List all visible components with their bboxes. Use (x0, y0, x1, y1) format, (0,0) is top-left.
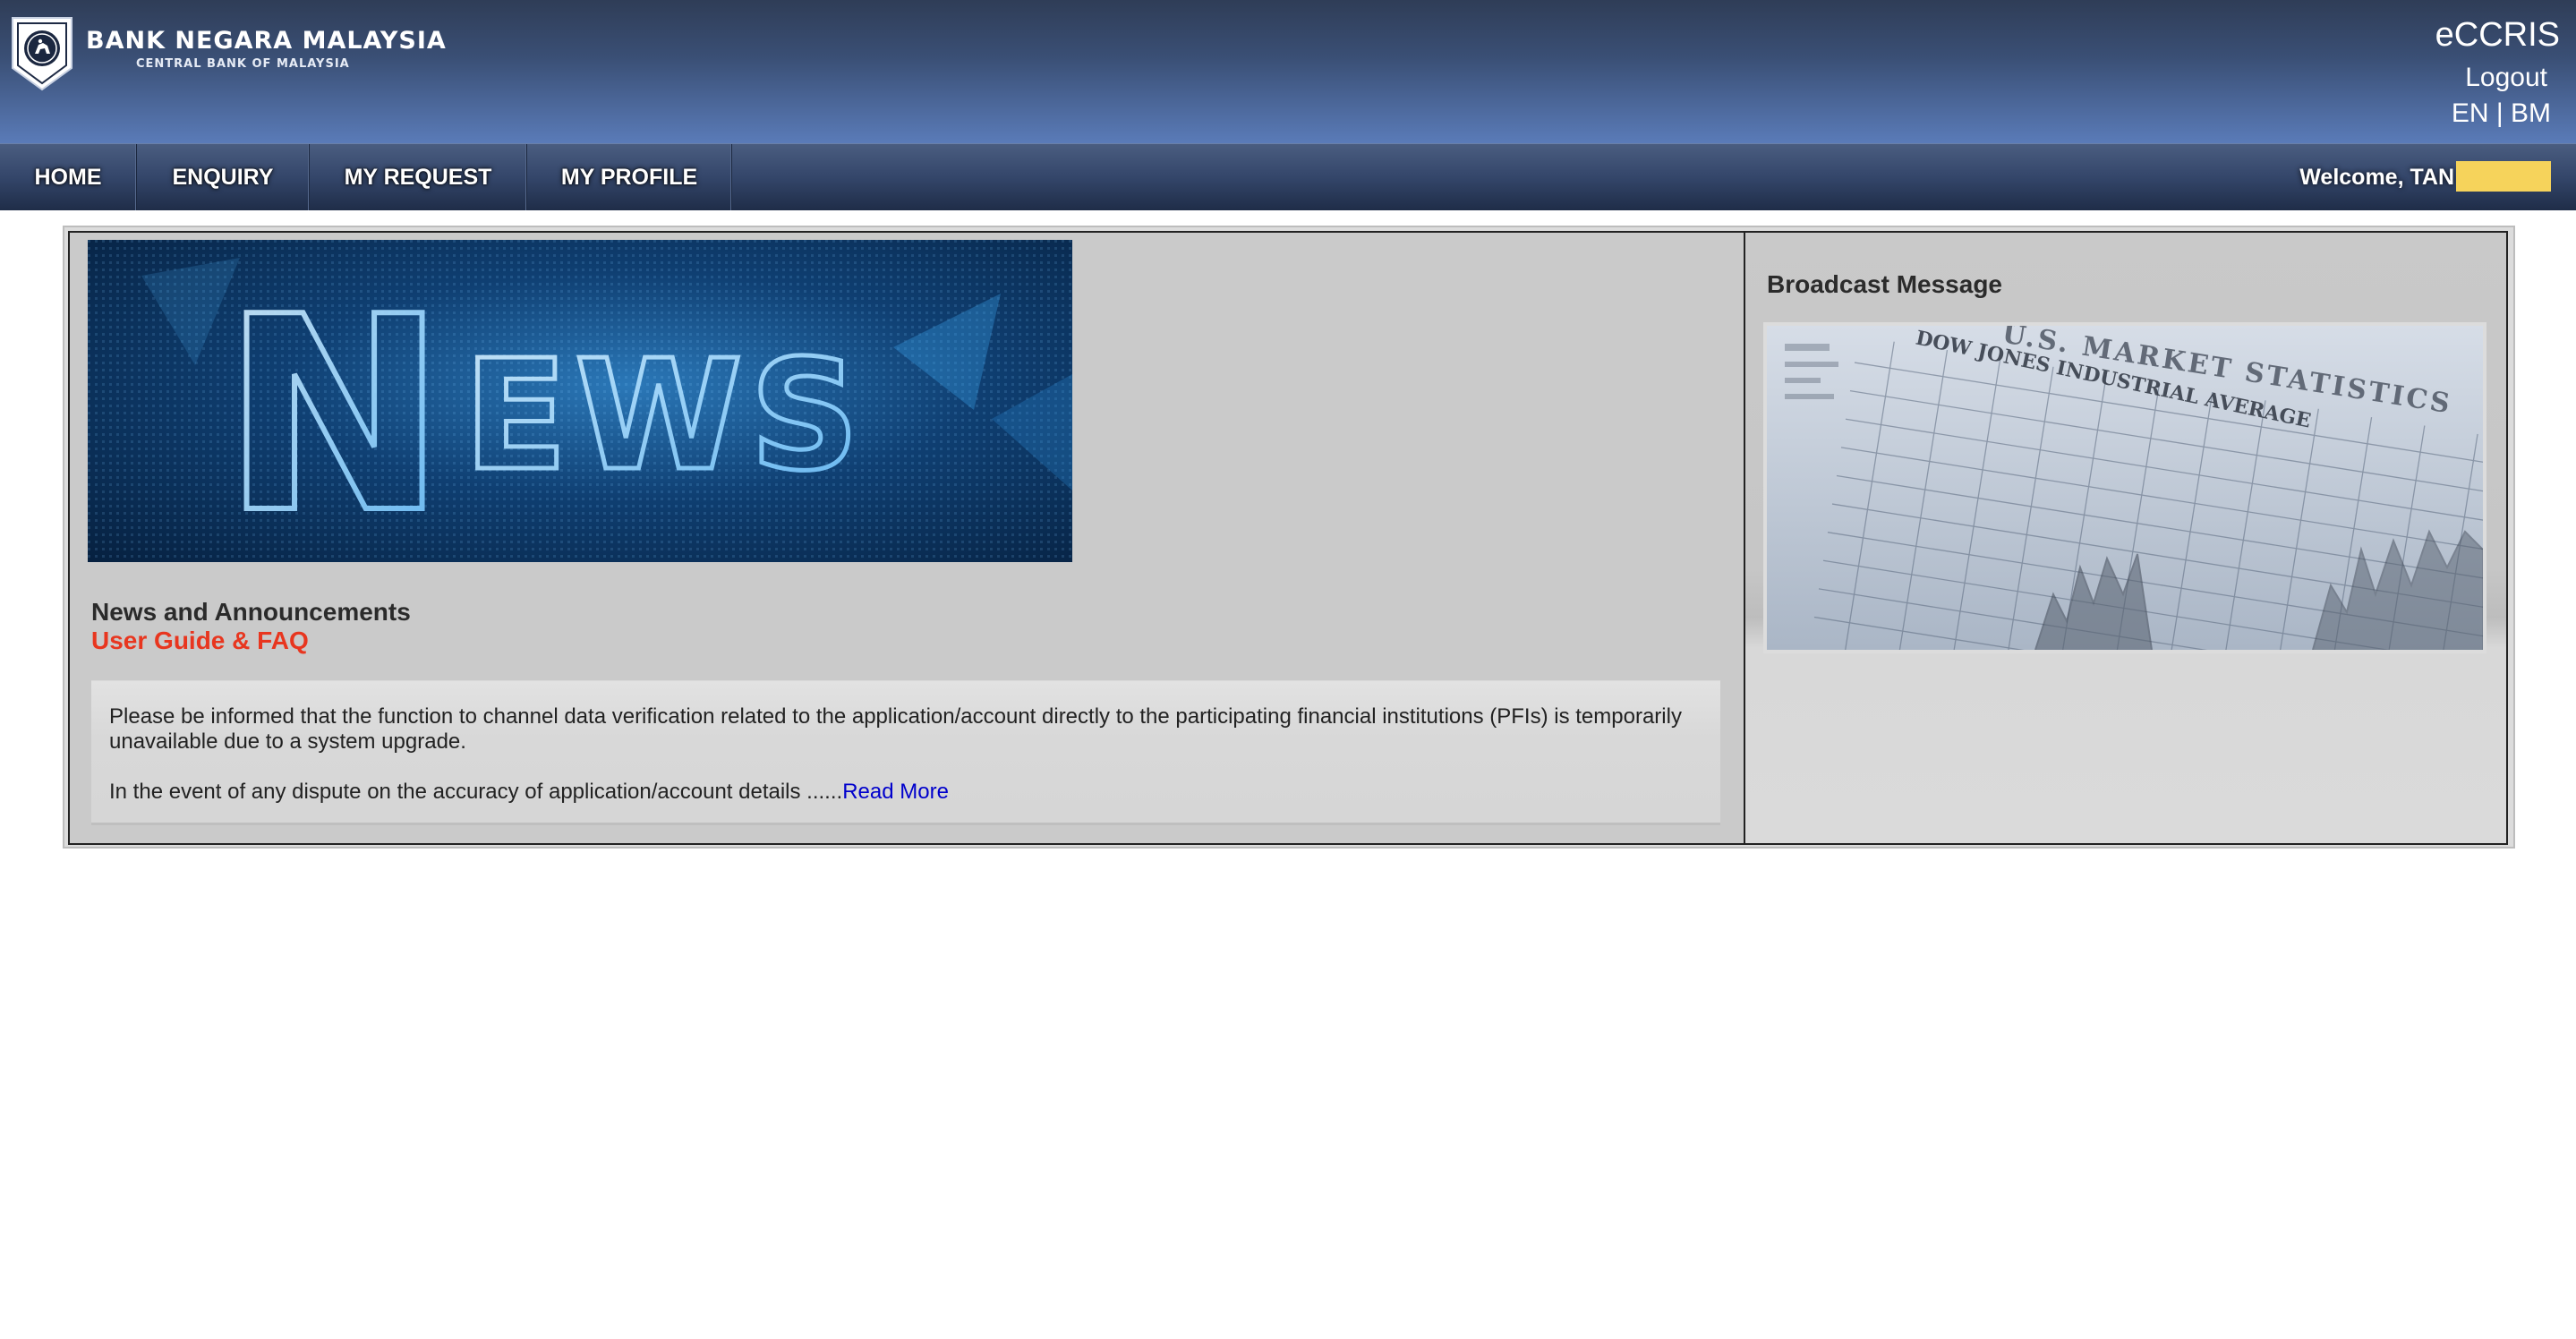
app-name: eCCRIS (2435, 16, 2560, 54)
language-switcher: EN | BM (2452, 98, 2551, 129)
username-redaction (2456, 161, 2551, 192)
banner-n-letter: N (222, 260, 447, 562)
bank-subtitle: CENTRAL BANK OF MALAYSIA (136, 57, 350, 71)
lang-bm-link[interactable]: BM (2511, 98, 2551, 128)
read-more-link[interactable]: Read More (842, 780, 949, 804)
bnm-logo-icon (12, 17, 73, 91)
market-chart-graphic: U.S. MARKET STATISTICS DOW JONES INDUSTR… (1767, 326, 2483, 650)
news-heading: News and Announcements (91, 598, 411, 626)
announcement-dispute-text: In the event of any dispute on the accur… (109, 780, 1711, 805)
announcement-box: Please be informed that the function to … (91, 680, 1720, 825)
user-guide-faq-link[interactable]: User Guide & FAQ (91, 627, 309, 655)
market-statistics-image: U.S. MARKET STATISTICS DOW JONES INDUSTR… (1763, 322, 2486, 653)
bank-name: BANK NEGARA MALAYSIA (86, 27, 447, 55)
broadcast-panel: Broadcast Message U.S. MARKET STATISTICS… (1745, 233, 2506, 843)
main-nav: HOME ENQUIRY MY REQUEST MY PROFILE Welco… (0, 143, 2576, 210)
nav-my-profile[interactable]: MY PROFILE (527, 144, 732, 210)
announcement-text: Please be informed that the function to … (109, 704, 1682, 754)
content-table: N EWS News and Announcements User Guide … (68, 231, 2508, 845)
broadcast-heading: Broadcast Message (1767, 270, 2003, 298)
nav-my-request[interactable]: MY REQUEST (310, 144, 527, 210)
welcome-text: Welcome, TAN (2299, 165, 2454, 190)
lang-separator: | (2488, 98, 2511, 128)
content-frame: N EWS News and Announcements User Guide … (63, 226, 2515, 849)
dispute-text: In the event of any dispute on the accur… (109, 780, 843, 804)
banner-ews-letters: EWS (464, 328, 866, 505)
logout-link[interactable]: Logout (2465, 63, 2547, 93)
news-panel: N EWS News and Announcements User Guide … (70, 233, 1745, 843)
news-banner-image: N EWS (88, 240, 1072, 562)
news-banner-graphic: N EWS (88, 240, 1072, 562)
lang-en-link[interactable]: EN (2452, 98, 2489, 128)
nav-enquiry[interactable]: ENQUIRY (137, 144, 310, 210)
nav-home[interactable]: HOME (0, 144, 137, 210)
page-header: BANK NEGARA MALAYSIA CENTRAL BANK OF MAL… (0, 0, 2576, 143)
